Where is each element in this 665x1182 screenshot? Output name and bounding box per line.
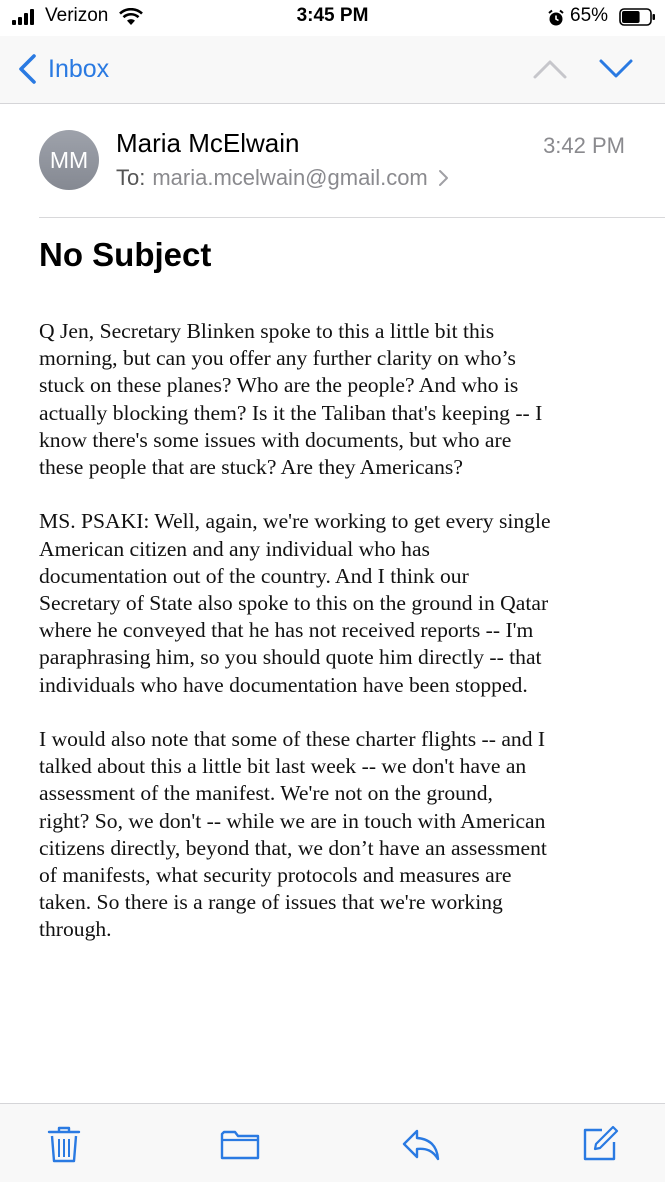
status-time: 3:45 PM [296,5,369,26]
recipient-address[interactable]: maria.mcelwain@gmail.com [152,165,427,191]
back-to-inbox-button[interactable]: Inbox [16,52,109,86]
bottom-toolbar [0,1103,665,1182]
email-body: Q Jen, Secretary Blinken spoke to this a… [39,318,639,971]
reply-icon[interactable] [401,1124,441,1164]
chevron-up-icon[interactable] [530,54,570,84]
sender-name[interactable]: Maria McElwain [116,128,300,159]
received-time: 3:42 PM [543,133,625,158]
chevron-left-icon [19,54,36,84]
body-paragraph: MS. PSAKI: Well, again, we're working to… [39,509,551,697]
chevron-right-icon [438,170,448,186]
back-label: Inbox [48,54,110,83]
status-bar: Verizon 3:45 PM 65% [0,0,665,36]
email-subject: No Subject [39,236,212,273]
battery-percent: 65% [570,5,609,26]
trash-icon[interactable] [44,1124,84,1164]
header-divider [39,217,665,218]
compose-icon[interactable] [580,1124,620,1164]
alarm-icon [548,9,564,26]
chevron-down-icon[interactable] [596,54,636,84]
nav-bar: Inbox [0,36,665,104]
recipient-row[interactable]: To: maria.mcelwain@gmail.com [116,165,450,191]
battery-icon [619,8,655,26]
to-label: To: [116,165,146,190]
body-paragraph: I would also note that some of these cha… [39,727,547,942]
avatar[interactable]: MM [39,130,99,190]
body-paragraph: Q Jen, Secretary Blinken spoke to this a… [39,319,543,480]
folder-icon[interactable] [220,1124,260,1164]
